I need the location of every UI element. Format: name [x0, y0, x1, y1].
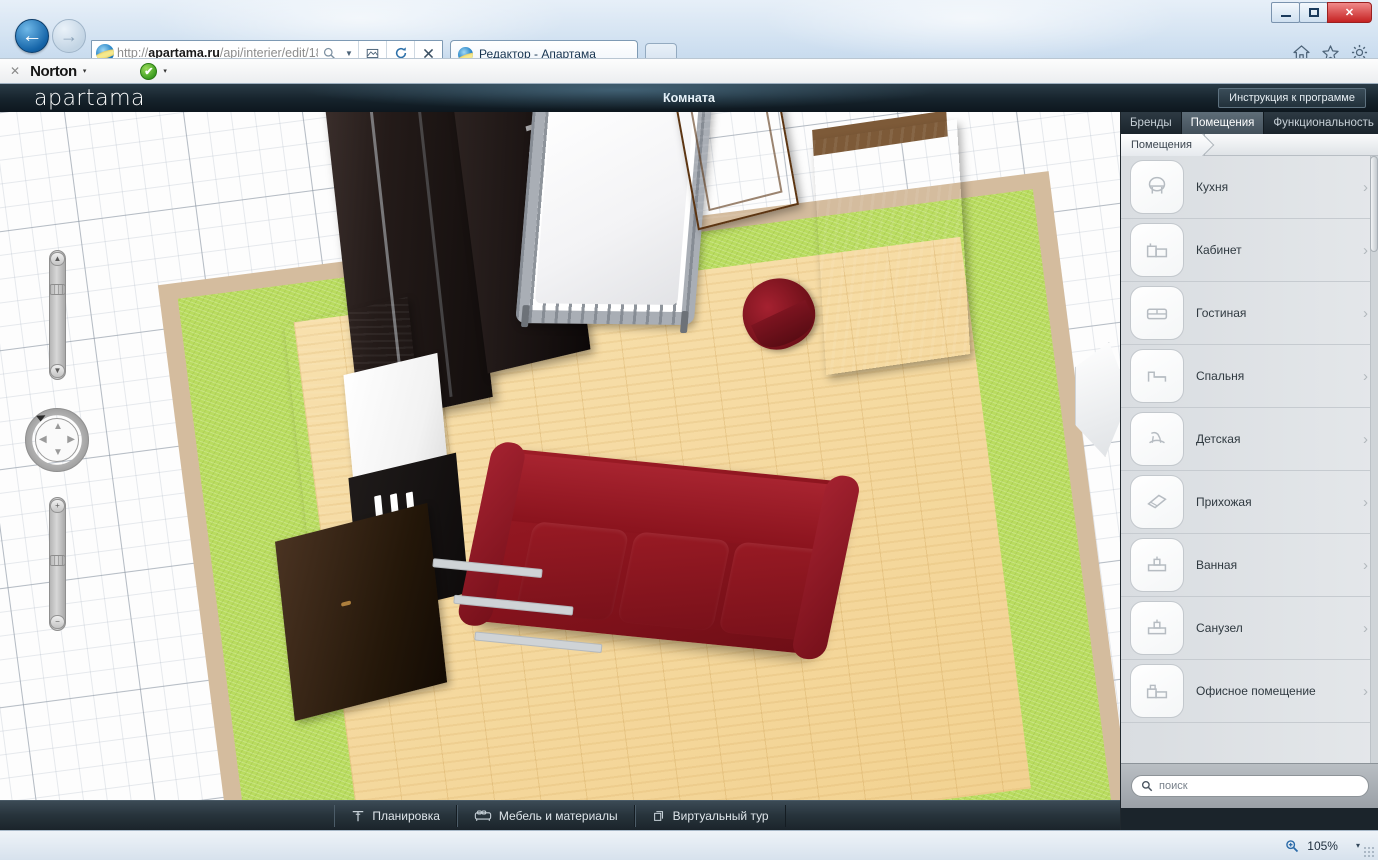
- office-space-icon: [1130, 664, 1184, 718]
- toilet-icon: [1130, 601, 1184, 655]
- search-input[interactable]: поиск: [1131, 775, 1369, 797]
- toolbar-item-mebel[interactable]: Мебель и материалы: [457, 805, 635, 827]
- breadcrumb: Помещения: [1121, 134, 1378, 156]
- norton-status-caret-icon[interactable]: ▾: [163, 67, 167, 75]
- pan-down-icon[interactable]: ▼: [53, 448, 63, 458]
- sidebar-item-label: Офисное помещение: [1196, 684, 1351, 698]
- toolbar-label: Мебель и материалы: [499, 809, 618, 823]
- sidebar-item-label: Кухня: [1196, 180, 1351, 194]
- norton-close-icon[interactable]: ✕: [10, 64, 20, 78]
- sidebar-item-kabinet[interactable]: Кабинет ›: [1121, 219, 1378, 282]
- 3d-viewport[interactable]: ▲ ▼ ▲ ▼ ◀ ▶ + −: [0, 112, 1120, 800]
- tab-funktsionalnost[interactable]: Функциональность: [1264, 112, 1378, 134]
- sidebar-item-label: Прихожая: [1196, 495, 1351, 509]
- sidebar-item-gostinaya[interactable]: Гостиная ›: [1121, 282, 1378, 345]
- tab-pomescheniya[interactable]: Помещения: [1182, 112, 1265, 134]
- virtual-tour-icon: [652, 809, 666, 823]
- page-title: Комната: [0, 84, 1378, 112]
- furniture-sofa[interactable]: [467, 448, 851, 655]
- toolbar-label: Виртуальный тур: [673, 809, 769, 823]
- tilt-down-button[interactable]: ▼: [50, 364, 65, 378]
- chevron-right-icon: ›: [1363, 179, 1368, 196]
- floorplan-icon: [351, 809, 365, 823]
- pan-right-icon[interactable]: ▶: [67, 435, 75, 445]
- status-bar: 105% ▾: [0, 830, 1378, 860]
- sidebar-item-sanuzel[interactable]: Санузел ›: [1121, 597, 1378, 660]
- zoom-in-button[interactable]: +: [50, 499, 65, 513]
- zoom-icon[interactable]: [1285, 839, 1299, 853]
- sidebar-item-prihozhaya[interactable]: Прихожая ›: [1121, 471, 1378, 534]
- tab-brendy[interactable]: Бренды: [1121, 112, 1182, 134]
- camera-pan-orbit-control[interactable]: ▲ ▼ ◀ ▶: [25, 408, 89, 472]
- sidebar-item-list[interactable]: Кухня › Кабинет › Гостиная ›: [1121, 156, 1378, 763]
- zoom-slider-thumb[interactable]: [49, 555, 66, 566]
- chevron-right-icon: ›: [1363, 620, 1368, 637]
- sidebar-item-ofisnoe-pomeschenie[interactable]: Офисное помещение ›: [1121, 660, 1378, 723]
- search-icon: [1141, 780, 1153, 792]
- zoom-out-button[interactable]: −: [50, 615, 65, 629]
- sidebar-item-label: Детская: [1196, 432, 1351, 446]
- tilt-up-button[interactable]: ▲: [50, 252, 65, 266]
- zoom-chevron-down-icon[interactable]: ▾: [1356, 841, 1360, 850]
- room-3d-model: [135, 112, 1120, 800]
- pan-left-icon[interactable]: ◀: [39, 435, 47, 445]
- nursery-icon: [1130, 412, 1184, 466]
- pan-up-icon[interactable]: ▲: [53, 422, 63, 432]
- norton-status-check-icon[interactable]: ✔: [140, 63, 157, 80]
- furniture-icon: [474, 809, 492, 822]
- search-placeholder: поиск: [1159, 780, 1188, 792]
- camera-zoom-slider[interactable]: + −: [49, 497, 66, 631]
- sidebar-item-detskaya[interactable]: Детская ›: [1121, 408, 1378, 471]
- sidebar-item-label: Санузел: [1196, 621, 1351, 635]
- chevron-right-icon: ›: [1363, 683, 1368, 700]
- norton-menu-caret-icon[interactable]: ▾: [83, 67, 87, 75]
- resize-grip[interactable]: [1363, 846, 1375, 858]
- sidebar-item-label: Спальня: [1196, 369, 1351, 383]
- right-sidebar: Бренды Помещения Функциональность Помеще…: [1120, 112, 1378, 830]
- sidebar-search-area: поиск: [1121, 763, 1378, 808]
- chevron-right-icon: ›: [1363, 494, 1368, 511]
- norton-toolbar: ✕ Norton ▾ ✔ ▾: [0, 58, 1378, 84]
- kitchen-icon: [1130, 160, 1184, 214]
- tilt-slider-thumb[interactable]: [49, 284, 66, 295]
- sidebar-item-kuhnya[interactable]: Кухня ›: [1121, 156, 1378, 219]
- app-logo[interactable]: apartama: [34, 86, 145, 111]
- bottom-toolbar: Планировка Мебель и материалы Виртуальны…: [0, 800, 1120, 830]
- sidebar-item-vannaya[interactable]: Ванная ›: [1121, 534, 1378, 597]
- pan-pad[interactable]: ▲ ▼ ◀ ▶: [35, 418, 79, 462]
- toolbar-item-tur[interactable]: Виртуальный тур: [635, 805, 786, 827]
- breadcrumb-item[interactable]: Помещения: [1121, 134, 1205, 156]
- sidebar-item-label: Ванная: [1196, 558, 1351, 572]
- chevron-right-icon: ›: [1363, 557, 1368, 574]
- browser-window: ✕ ← → http://apartama.ru/api/interier/ed…: [0, 0, 1378, 860]
- sidebar-scrollbar[interactable]: [1370, 156, 1378, 763]
- toolbar-label: Планировка: [372, 809, 440, 823]
- sidebar-footer: [1121, 808, 1378, 830]
- chevron-right-icon: ›: [1363, 242, 1368, 259]
- chevron-right-icon: ›: [1363, 368, 1368, 385]
- toolbar-item-planirovka[interactable]: Планировка: [334, 805, 457, 827]
- sidebar-item-spalnya[interactable]: Спальня ›: [1121, 345, 1378, 408]
- help-button[interactable]: Инструкция к программе: [1218, 88, 1366, 108]
- app-header: Комната apartama Инструкция к программе: [0, 84, 1378, 112]
- bedroom-icon: [1130, 349, 1184, 403]
- office-room-icon: [1130, 223, 1184, 277]
- bathroom-icon: [1130, 538, 1184, 592]
- sidebar-item-label: Гостиная: [1196, 306, 1351, 320]
- furniture-right-cabinet[interactable]: [813, 119, 971, 375]
- sidebar-tabs: Бренды Помещения Функциональность: [1121, 112, 1378, 134]
- sidebar-scrollbar-thumb[interactable]: [1370, 156, 1378, 252]
- back-arrow-icon[interactable]: ←: [15, 19, 49, 53]
- chevron-right-icon: ›: [1363, 305, 1368, 322]
- zoom-level-label: 105%: [1307, 839, 1338, 853]
- browser-navigation-row: ← → http://apartama.ru/api/interier/edit…: [0, 16, 1378, 58]
- camera-tilt-slider[interactable]: ▲ ▼: [49, 250, 66, 380]
- furniture-low-cabinet[interactable]: [275, 503, 447, 721]
- norton-brand-label: Norton: [30, 63, 77, 80]
- hallway-icon: [1130, 475, 1184, 529]
- forward-arrow-icon[interactable]: →: [52, 19, 86, 53]
- chevron-right-icon: ›: [1363, 431, 1368, 448]
- livingroom-icon: [1130, 286, 1184, 340]
- sidebar-item-label: Кабинет: [1196, 243, 1351, 257]
